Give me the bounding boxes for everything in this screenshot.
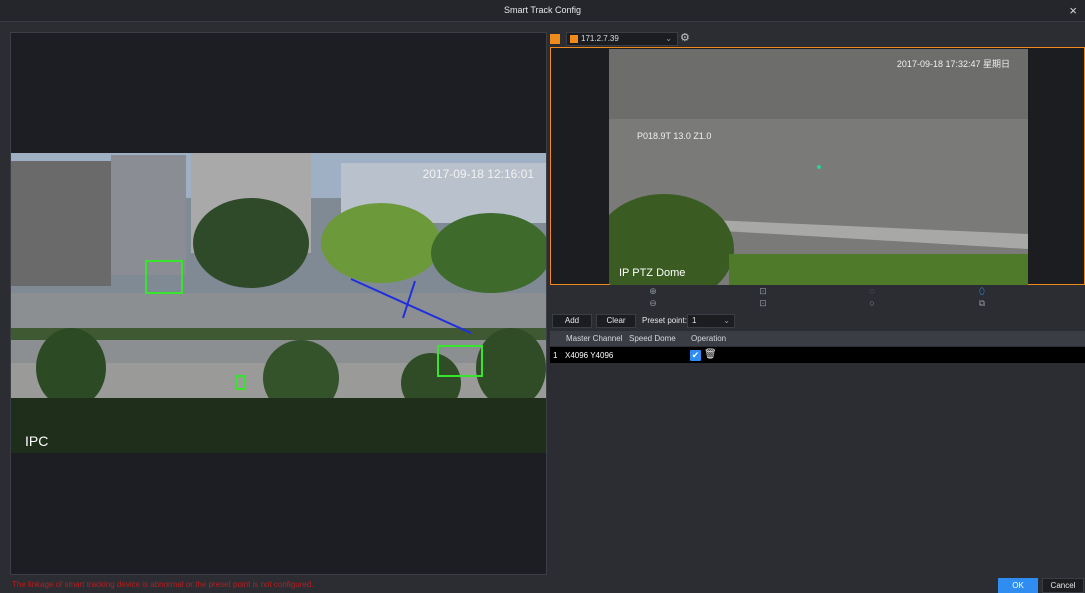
close-icon[interactable]: ×	[1069, 3, 1077, 18]
ptz-ip-select[interactable]: 171.2.7.39 ⌄	[566, 32, 678, 46]
ok-button[interactable]: OK	[998, 578, 1038, 593]
iris-close-icon[interactable]: ○	[866, 298, 878, 308]
ptz-ip-color-square	[570, 35, 578, 43]
tracking-icon[interactable]: ⬯	[976, 286, 988, 297]
ipc-timestamp: 2017-09-18 12:16:01	[422, 167, 534, 181]
clear-button[interactable]: Clear	[596, 314, 636, 328]
ipc-video-frame[interactable]: 2017-09-18 12:16:01 IPC	[11, 153, 546, 453]
preset-point-label: Preset point:	[642, 316, 687, 325]
focus-near-icon[interactable]: ⊡	[757, 286, 769, 297]
zoom-out-icon[interactable]: ⊖	[647, 298, 659, 309]
ptz-video-frame[interactable]: 2017-09-18 17:32:47 星期日 P018.9T 13.0 Z1.…	[609, 49, 1028, 285]
zoom-in-icon[interactable]: ⊕	[647, 286, 659, 297]
table-header: Master Channel Speed Dome Operation	[550, 331, 1085, 346]
add-button[interactable]: Add	[552, 314, 592, 328]
ipc-video-panel[interactable]: 2017-09-18 12:16:01 IPC	[10, 32, 547, 575]
column-header: Master Channel	[566, 334, 623, 343]
focus-far-icon[interactable]: ⊡	[757, 298, 769, 309]
window-title: Smart Track Config	[503, 5, 582, 15]
status-message: The linkage of smart tracking device is …	[12, 580, 314, 589]
ptz-scene	[609, 49, 1028, 285]
ptz-timestamp: 2017-09-18 17:32:47 星期日	[896, 59, 1010, 69]
column-header: Speed Dome	[629, 334, 676, 343]
chevron-down-icon: ⌄	[723, 316, 730, 325]
table-row[interactable]: 1 X4096 Y4096 ✔ 🗑	[550, 347, 1085, 363]
cancel-button[interactable]: Cancel	[1042, 578, 1084, 593]
linkage-table: Master Channel Speed Dome Operation 1 X4…	[550, 331, 1085, 576]
chevron-down-icon: ⌄	[665, 34, 672, 43]
ptz-label: IP PTZ Dome	[619, 267, 686, 279]
preset-toolbar: Add Clear Preset point: 1 ⌄	[550, 313, 1085, 329]
iris-open-icon[interactable]: ◌	[866, 286, 878, 296]
title-bar: Smart Track Config ×	[0, 0, 1085, 22]
preset-point-select[interactable]: 1 ⌄	[687, 314, 735, 328]
ptz-video-panel[interactable]: 2017-09-18 17:32:47 星期日 P018.9T 13.0 Z1.…	[550, 47, 1085, 285]
preset-point-value: 1	[692, 316, 697, 325]
row-coords: X4096 Y4096	[565, 351, 614, 360]
channel-color-square	[550, 34, 560, 44]
gear-icon[interactable]: ⚙	[680, 31, 690, 44]
row-index: 1	[553, 351, 558, 360]
ptz-position-text: P018.9T 13.0 Z1.0	[637, 131, 712, 141]
ptz-ip-value: 171.2.7.39	[581, 34, 619, 43]
ptz-selector-row: 171.2.7.39 ⌄ ⚙	[550, 32, 1085, 47]
ptz-controls: ⊕ ⊖ ⊡ ⊡ ◌ ○ ⬯ ⧉	[550, 286, 1085, 313]
ipc-label: IPC	[25, 433, 49, 449]
column-header: Operation	[691, 334, 727, 343]
ipc-scene	[11, 153, 546, 453]
zoom-area-icon[interactable]: ⧉	[976, 298, 988, 309]
trash-icon[interactable]: 🗑	[704, 349, 717, 360]
check-icon[interactable]: ✔	[690, 350, 701, 361]
